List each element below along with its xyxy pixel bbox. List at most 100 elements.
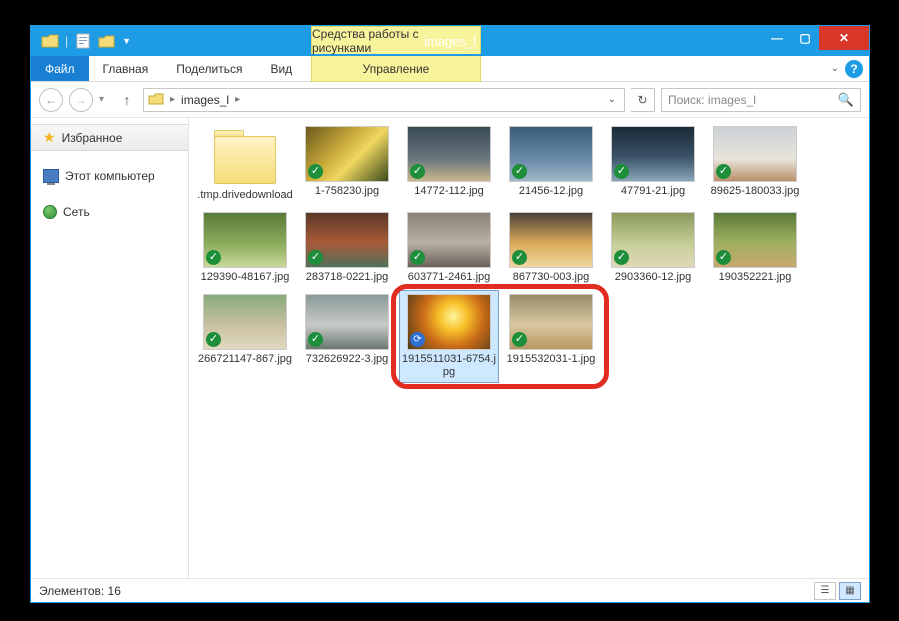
item-count: Элементов: 16 (39, 584, 121, 598)
file-name: 190352221.jpg (719, 271, 792, 284)
synced-check-icon: ✓ (308, 332, 323, 347)
tree-label: Этот компьютер (65, 169, 155, 183)
qat-dropdown-icon[interactable]: ▼ (122, 36, 131, 46)
image-item[interactable]: ⟳ 1915511031-6754.jpg (399, 290, 499, 383)
folder-icon (148, 92, 164, 108)
file-name: 1915511031-6754.jpg (401, 353, 497, 379)
image-item[interactable]: ✓ 2903360-12.jpg (603, 208, 703, 288)
thumbnail (210, 126, 280, 186)
thumbnail: ✓ (509, 126, 593, 182)
view-details-button[interactable]: ☰ (814, 582, 836, 600)
synced-check-icon: ✓ (512, 164, 527, 179)
thumbnail: ✓ (611, 126, 695, 182)
file-name: 266721147-867.jpg (198, 353, 292, 366)
forward-button[interactable]: → (69, 88, 93, 112)
thumbnail: ✓ (203, 294, 287, 350)
image-item[interactable]: ✓ 283718-0221.jpg (297, 208, 397, 288)
synced-check-icon: ✓ (410, 164, 425, 179)
synced-check-icon: ✓ (308, 164, 323, 179)
refresh-button[interactable]: ↻ (631, 88, 655, 112)
image-item[interactable]: ✓ 129390-48167.jpg (195, 208, 295, 288)
tree-this-pc[interactable]: Этот компьютер (31, 165, 188, 187)
tab-share[interactable]: Поделиться (162, 56, 256, 81)
view-thumbnails-button[interactable]: ▦ (839, 582, 861, 600)
image-item[interactable]: ✓89625-180033.jpg (705, 122, 805, 206)
folder-icon (41, 32, 59, 50)
thumbnail: ⟳ (407, 294, 491, 350)
synced-check-icon: ✓ (512, 250, 527, 265)
thumbnail: ✓ (713, 126, 797, 182)
file-name: 129390-48167.jpg (201, 271, 290, 284)
image-item[interactable]: ✓ 266721147-867.jpg (195, 290, 295, 383)
window-title: images_l (424, 34, 476, 49)
folder-item[interactable]: .tmp.drivedownload (195, 122, 295, 206)
nav-tree: ★ Избранное Этот компьютер Сеть (31, 118, 189, 578)
address-bar[interactable]: ▸ images_l ▸ ⌄ (143, 88, 625, 112)
properties-icon[interactable] (74, 32, 92, 50)
image-item[interactable]: ✓ 1915532031-1.jpg (501, 290, 601, 383)
file-name: 603771-2461.jpg (408, 271, 491, 284)
synced-check-icon: ✓ (716, 250, 731, 265)
thumbnail: ✓ (509, 294, 593, 350)
thumbnail: ✓ (305, 212, 389, 268)
tree-label: Избранное (62, 131, 123, 145)
tab-home[interactable]: Главная (89, 56, 163, 81)
image-item[interactable]: ✓ 190352221.jpg (705, 208, 805, 288)
tab-manage[interactable]: Управление (311, 56, 481, 82)
address-dropdown-icon[interactable]: ⌄ (608, 94, 616, 105)
synced-check-icon: ✓ (206, 332, 221, 347)
up-button[interactable]: ↑ (117, 90, 137, 110)
thumbnail: ✓ (509, 212, 593, 268)
thumbnail: ✓ (407, 126, 491, 182)
file-name: 2903360-12.jpg (615, 271, 691, 284)
file-name: 283718-0221.jpg (306, 271, 389, 284)
explorer-window: | ▼ Средства работы с рисунками images_l… (31, 26, 869, 602)
help-icon[interactable]: ? (845, 60, 863, 78)
content-area[interactable]: .tmp.drivedownload ✓ 1-758230.jpg ✓ 14772-11… (189, 118, 869, 578)
breadcrumb-segment[interactable]: images_l (181, 93, 229, 107)
image-item[interactable]: ✓ 21456-12.jpg (501, 122, 601, 206)
minimize-button[interactable]: — (763, 26, 791, 50)
tree-favorites[interactable]: ★ Избранное (31, 124, 188, 151)
maximize-button[interactable]: ▢ (791, 26, 819, 50)
breadcrumb-sep-icon[interactable]: ▸ (170, 94, 175, 105)
tab-view[interactable]: Вид (256, 56, 306, 81)
thumbnail: ✓ (305, 294, 389, 350)
file-name: .tmp.drivedownload (197, 189, 292, 202)
close-button[interactable]: ✕ (819, 26, 869, 50)
breadcrumb-sep-icon[interactable]: ▸ (235, 94, 240, 105)
synced-check-icon: ✓ (716, 164, 731, 179)
image-item[interactable]: ✓47791-21.jpg (603, 122, 703, 206)
image-item[interactable]: ✓732626922-3.jpg (297, 290, 397, 383)
ribbon-tabs: Файл Главная Поделиться Вид Управление ⌄… (31, 56, 869, 82)
search-placeholder: Поиск: images_l (668, 93, 756, 107)
file-name: 21456-12.jpg (519, 185, 583, 198)
image-item[interactable]: ✓ 14772-112.jpg (399, 122, 499, 206)
file-name: 1915532031-1.jpg (507, 353, 596, 366)
navbar: ← → ▾ ↑ ▸ images_l ▸ ⌄ ↻ Поиск: images_l… (31, 82, 869, 118)
synced-check-icon: ✓ (410, 250, 425, 265)
tab-file[interactable]: Файл (31, 56, 89, 81)
file-name: 1-758230.jpg (315, 185, 379, 198)
back-button[interactable]: ← (39, 88, 63, 112)
quick-access-toolbar: | ▼ (31, 32, 131, 50)
titlebar: | ▼ Средства работы с рисунками images_l… (31, 26, 869, 56)
image-item[interactable]: ✓ 603771-2461.jpg (399, 208, 499, 288)
tree-label: Сеть (63, 205, 90, 219)
tree-network[interactable]: Сеть (31, 201, 188, 223)
image-item[interactable]: ✓ 867730-003.jpg (501, 208, 601, 288)
synced-check-icon: ✓ (308, 250, 323, 265)
thumbnail: ✓ (203, 212, 287, 268)
expand-ribbon-icon[interactable]: ⌄ (831, 63, 839, 74)
new-folder-icon[interactable] (98, 32, 116, 50)
thumbnail: ✓ (611, 212, 695, 268)
statusbar: Элементов: 16 ☰ ▦ (31, 578, 869, 602)
image-item[interactable]: ✓ 1-758230.jpg (297, 122, 397, 206)
file-name: 867730-003.jpg (513, 271, 589, 284)
search-icon[interactable]: 🔍 (838, 92, 854, 108)
file-name: 14772-112.jpg (414, 185, 484, 198)
history-dropdown-icon[interactable]: ▾ (99, 94, 111, 105)
search-input[interactable]: Поиск: images_l 🔍 (661, 88, 861, 112)
thumbnail: ✓ (305, 126, 389, 182)
files-grid: .tmp.drivedownload ✓ 1-758230.jpg ✓ 14772-11… (195, 122, 863, 383)
